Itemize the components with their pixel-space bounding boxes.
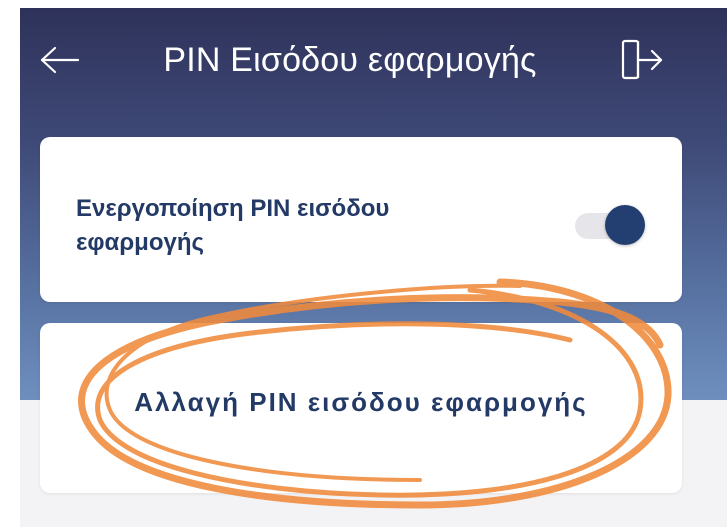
switch-knob xyxy=(605,205,645,245)
change-pin-label: Αλλαγή PIN εισόδου εφαρμογής xyxy=(134,387,588,417)
pin-toggle-card: Ενεργοποίηση PIN εισόδου εφαρμογής xyxy=(40,137,682,302)
logout-button[interactable] xyxy=(618,36,668,84)
pin-toggle-switch[interactable] xyxy=(575,205,647,245)
page-title: PIN Εισόδου εφαρμογής xyxy=(163,41,537,79)
top-edge xyxy=(0,0,727,8)
logout-door-icon xyxy=(621,39,663,80)
pin-toggle-label: Ενεργοποίηση PIN εισόδου εφαρμογής xyxy=(76,195,390,256)
left-edge xyxy=(0,0,20,527)
app-screen: PIN Εισόδου εφαρμογής Ενεργοποίηση PIN ε… xyxy=(0,0,727,527)
change-pin-button[interactable]: Αλλαγή PIN εισόδου εφαρμογής xyxy=(40,323,682,493)
back-button[interactable] xyxy=(38,38,82,82)
arrow-left-icon xyxy=(40,46,80,74)
